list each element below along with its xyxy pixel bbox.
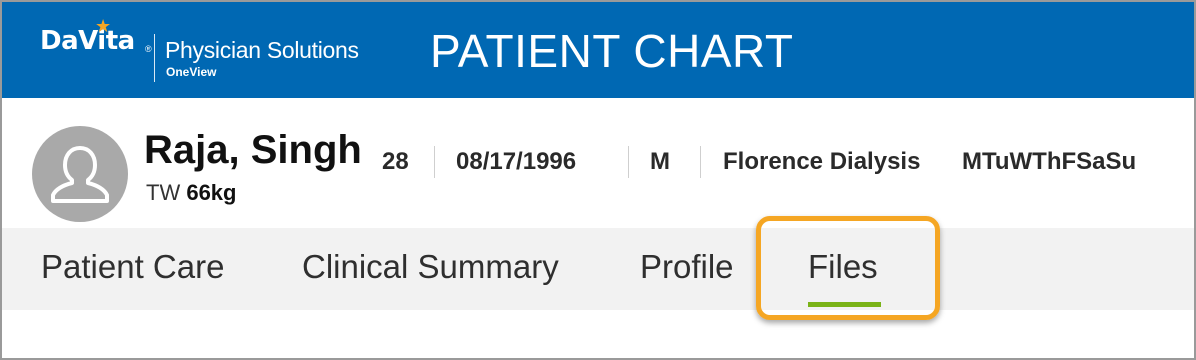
logo-divider bbox=[154, 34, 155, 82]
weight-label: TW bbox=[146, 180, 181, 205]
patient-sex: M bbox=[650, 148, 670, 175]
product-subtitle: OneView bbox=[166, 65, 217, 79]
davita-logo: DaVita bbox=[40, 26, 135, 56]
product-name: Physician Solutions bbox=[165, 37, 359, 63]
target-weight: TW 66kg bbox=[146, 180, 236, 206]
divider bbox=[700, 146, 701, 178]
patient-banner: Raja, Singh TW 66kg 28 08/17/1996 M Flor… bbox=[2, 98, 1194, 228]
tab-profile[interactable]: Profile bbox=[640, 248, 734, 286]
app-header: DaVita ★ ® Physician Solutions OneView P… bbox=[2, 2, 1194, 98]
weight-value: 66kg bbox=[186, 180, 237, 205]
page-title: PATIENT CHART bbox=[430, 25, 794, 77]
chart-tabs: Patient Care Clinical Summary Profile Fi… bbox=[2, 228, 1194, 310]
files-tab-highlight bbox=[756, 216, 940, 320]
user-silhouette-icon bbox=[32, 126, 128, 222]
patient-facility: Florence Dialysis bbox=[723, 148, 921, 175]
patient-age: 28 bbox=[382, 148, 409, 175]
patient-dob: 08/17/1996 bbox=[456, 148, 577, 175]
registered-mark: ® bbox=[145, 44, 152, 54]
patient-name: Raja, Singh bbox=[144, 128, 362, 172]
star-icon: ★ bbox=[95, 16, 112, 36]
divider bbox=[434, 146, 435, 178]
app-window: DaVita ★ ® Physician Solutions OneView P… bbox=[0, 0, 1196, 360]
patient-schedule: MTuWThFSaSu bbox=[962, 148, 1137, 175]
tab-clinical-summary[interactable]: Clinical Summary bbox=[302, 248, 559, 286]
divider bbox=[628, 146, 629, 178]
tab-patient-care[interactable]: Patient Care bbox=[41, 248, 224, 286]
